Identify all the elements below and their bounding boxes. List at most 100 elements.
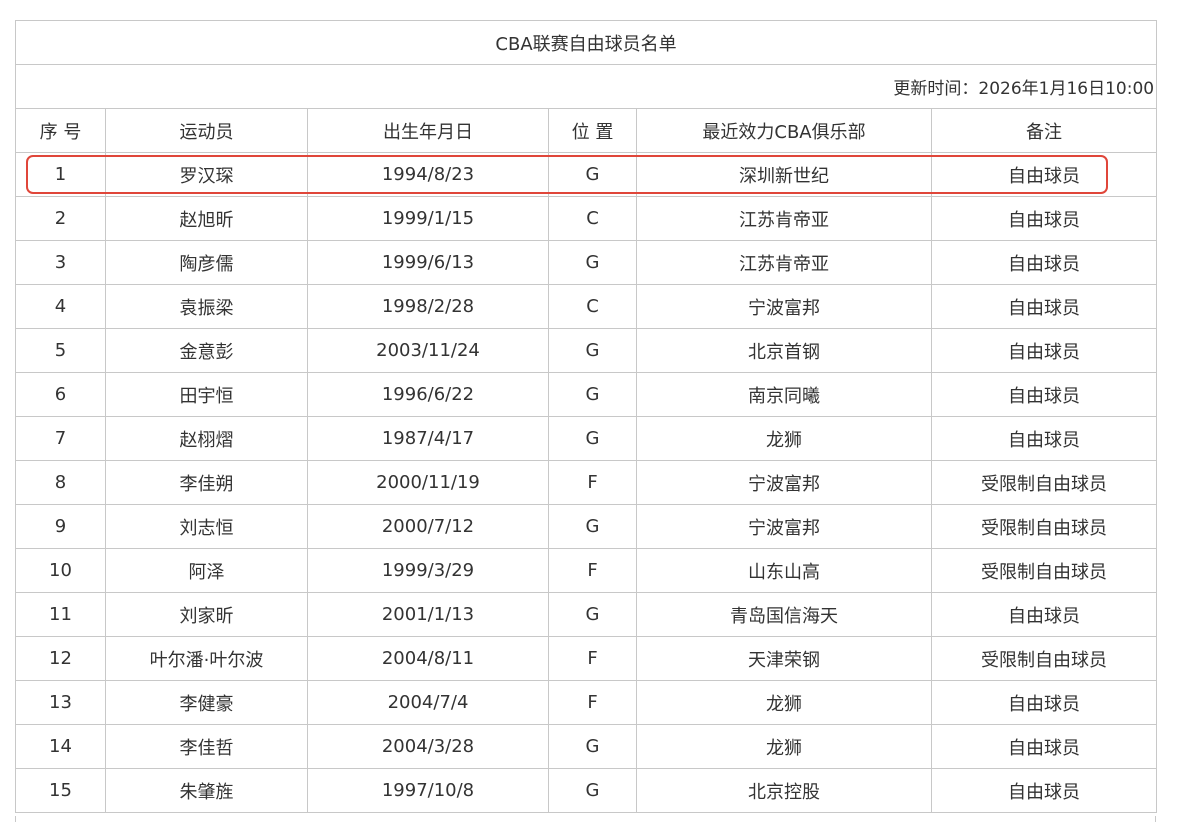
cell-note: 受限制自由球员 [930,636,1158,681]
cell-position: G [548,416,637,461]
cell-player-name: 金意彭 [105,328,308,373]
cell-player-name: 袁振梁 [105,284,308,329]
cell-club: 江苏肯帝亚 [636,240,932,285]
free-agent-table: CBA联赛自由球员名单 更新时间：2026年1月16日10:00 序 号 运动员… [14,20,1158,813]
table-continuation [15,816,1156,822]
table-row: 12 叶尔潘·叶尔波 2004/8/11 F 天津荣钢 受限制自由球员 [15,636,1158,681]
table-title: CBA联赛自由球员名单 [14,20,1158,65]
cell-position: G [548,724,637,769]
cell-club: 山东山高 [636,548,932,593]
cell-number: 14 [15,724,106,769]
cell-number: 2 [15,196,106,241]
update-time: 更新时间：2026年1月16日10:00 [14,64,1158,109]
cell-position: G [548,240,637,285]
cell-club: 宁波富邦 [636,504,932,549]
cell-position: C [548,284,637,329]
cell-position: F [548,636,637,681]
table-row: 11 刘家昕 2001/1/13 G 青岛国信海天 自由球员 [15,592,1158,637]
title-row: CBA联赛自由球员名单 [14,20,1158,65]
cell-club: 深圳新世纪 [636,152,932,197]
cell-club: 龙狮 [636,724,932,769]
cell-number: 12 [15,636,106,681]
cell-player-name: 李佳朔 [105,460,308,505]
cell-note: 受限制自由球员 [930,460,1158,505]
cell-player-name: 阿泽 [105,548,308,593]
header-row: 序 号 运动员 出生年月日 位 置 最近效力CBA俱乐部 备注 [15,108,1158,153]
cell-number: 6 [15,372,106,417]
cell-note: 自由球员 [930,372,1158,417]
cell-number: 7 [15,416,106,461]
cell-player-name: 朱肇旌 [105,768,308,813]
cell-birthdate: 1996/6/22 [307,372,549,417]
cell-position: G [548,328,637,373]
table-row: 14 李佳哲 2004/3/28 G 龙狮 自由球员 [15,724,1158,769]
cell-club: 南京同曦 [636,372,932,417]
cell-birthdate: 2004/8/11 [307,636,549,681]
cell-note: 自由球员 [930,768,1158,813]
table-row: 9 刘志恒 2000/7/12 G 宁波富邦 受限制自由球员 [15,504,1158,549]
cell-note: 自由球员 [930,592,1158,637]
cell-club: 江苏肯帝亚 [636,196,932,241]
cell-player-name: 刘家昕 [105,592,308,637]
cell-birthdate: 1987/4/17 [307,416,549,461]
cell-birthdate: 1999/3/29 [307,548,549,593]
cell-position: G [548,152,637,197]
cell-number: 1 [15,152,106,197]
cell-note: 自由球员 [930,240,1158,285]
column-header-birthdate: 出生年月日 [307,108,549,153]
cell-number: 5 [15,328,106,373]
table-row: 5 金意彭 2003/11/24 G 北京首钢 自由球员 [15,328,1158,373]
cell-note: 自由球员 [930,724,1158,769]
table-row: 7 赵栩熠 1987/4/17 G 龙狮 自由球员 [15,416,1158,461]
table-row: 15 朱肇旌 1997/10/8 G 北京控股 自由球员 [15,768,1158,813]
cell-player-name: 罗汉琛 [105,152,308,197]
cell-birthdate: 2000/7/12 [307,504,549,549]
cell-number: 8 [15,460,106,505]
column-header-note: 备注 [930,108,1158,153]
table-row: 10 阿泽 1999/3/29 F 山东山高 受限制自由球员 [15,548,1158,593]
cell-player-name: 刘志恒 [105,504,308,549]
cell-player-name: 田宇恒 [105,372,308,417]
cell-position: F [548,460,637,505]
cell-birthdate: 2004/7/4 [307,680,549,725]
table-row: 8 李佳朔 2000/11/19 F 宁波富邦 受限制自由球员 [15,460,1158,505]
cell-birthdate: 1997/10/8 [307,768,549,813]
table-row: 6 田宇恒 1996/6/22 G 南京同曦 自由球员 [15,372,1158,417]
cell-player-name: 赵旭昕 [105,196,308,241]
cell-note: 自由球员 [930,680,1158,725]
update-time-row: 更新时间：2026年1月16日10:00 [14,64,1158,109]
cell-note: 自由球员 [930,416,1158,461]
cell-number: 11 [15,592,106,637]
cell-number: 9 [15,504,106,549]
cell-number: 10 [15,548,106,593]
column-header-position: 位 置 [548,108,637,153]
cell-position: G [548,372,637,417]
table-row: 3 陶彦儒 1999/6/13 G 江苏肯帝亚 自由球员 [15,240,1158,285]
cell-player-name: 李健豪 [105,680,308,725]
cell-position: G [548,768,637,813]
cell-note: 自由球员 [930,328,1158,373]
cell-birthdate: 2000/11/19 [307,460,549,505]
cell-position: F [548,680,637,725]
cell-position: F [548,548,637,593]
cell-birthdate: 2004/3/28 [307,724,549,769]
table-row: 4 袁振梁 1998/2/28 C 宁波富邦 自由球员 [15,284,1158,329]
table-row: 13 李健豪 2004/7/4 F 龙狮 自由球员 [15,680,1158,725]
cell-player-name: 叶尔潘·叶尔波 [105,636,308,681]
cell-birthdate: 2003/11/24 [307,328,549,373]
cell-club: 北京控股 [636,768,932,813]
cell-birthdate: 1998/2/28 [307,284,549,329]
cell-number: 13 [15,680,106,725]
cell-club: 天津荣钢 [636,636,932,681]
cell-player-name: 李佳哲 [105,724,308,769]
cell-position: G [548,504,637,549]
free-agent-table-container: CBA联赛自由球员名单 更新时间：2026年1月16日10:00 序 号 运动员… [14,20,1158,813]
cell-birthdate: 2001/1/13 [307,592,549,637]
cell-club: 宁波富邦 [636,460,932,505]
cell-number: 3 [15,240,106,285]
cell-club: 龙狮 [636,680,932,725]
table-row: 2 赵旭昕 1999/1/15 C 江苏肯帝亚 自由球员 [15,196,1158,241]
cell-club: 宁波富邦 [636,284,932,329]
column-header-player: 运动员 [105,108,308,153]
cell-club: 北京首钢 [636,328,932,373]
